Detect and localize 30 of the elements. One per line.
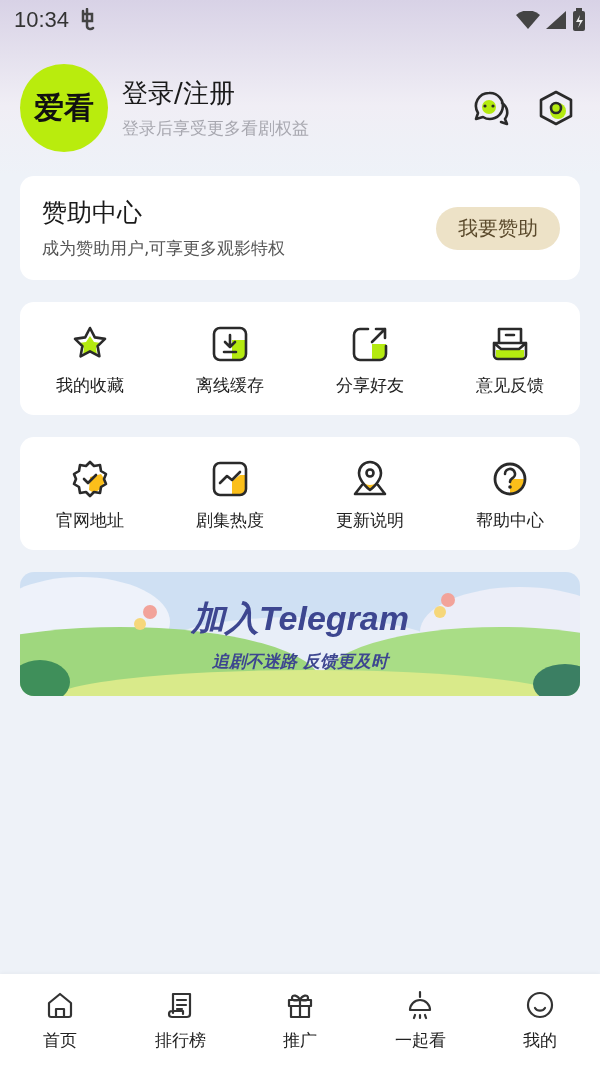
chart-icon[interactable]: [210, 459, 250, 499]
badge-icon[interactable]: [70, 459, 110, 499]
status-time: 10:34: [14, 7, 70, 33]
menu-item-label[interactable]: 帮助中心: [476, 509, 544, 532]
sponsor-title: 赞助中心: [42, 197, 143, 229]
app-logo: 爱看: [20, 64, 108, 152]
menu-item-label[interactable]: 我的收藏: [56, 374, 124, 397]
menu-item-label[interactable]: 分享好友: [336, 374, 404, 397]
chat-icon[interactable]: [472, 89, 510, 127]
menu-item-label[interactable]: 离线缓存: [196, 374, 264, 397]
menu-item-label[interactable]: 意见反馈: [476, 374, 544, 397]
tab-label[interactable]: 我的: [523, 1028, 557, 1052]
download-icon[interactable]: [210, 324, 250, 364]
tab-label[interactable]: 排行榜: [154, 1028, 206, 1052]
menu-item-label[interactable]: 更新说明: [336, 509, 404, 532]
login-link[interactable]: 登录/注册: [122, 76, 458, 111]
tab-label[interactable]: 推广: [283, 1028, 317, 1052]
signal-icon: [546, 11, 566, 29]
banner-subtitle: 追剧不迷路 反馈更及时: [212, 649, 388, 673]
settings-icon[interactable]: [538, 89, 574, 127]
sponsor-description: 成为赞助用户,可享更多观影特权: [42, 237, 287, 260]
tab-label[interactable]: 首页: [43, 1028, 77, 1052]
wifi-icon: [516, 11, 540, 29]
battery-icon: [572, 8, 586, 32]
tab-label[interactable]: 一起看: [394, 1028, 446, 1052]
menu-item-label[interactable]: 官网地址: [56, 509, 124, 532]
login-hint: 登录后享受更多看剧权益: [122, 117, 310, 140]
banner-title: 加入Telegram: [191, 597, 409, 639]
sponsor-button[interactable]: 我要赞助: [436, 206, 560, 250]
menu-item-label[interactable]: 剧集热度: [196, 509, 264, 532]
